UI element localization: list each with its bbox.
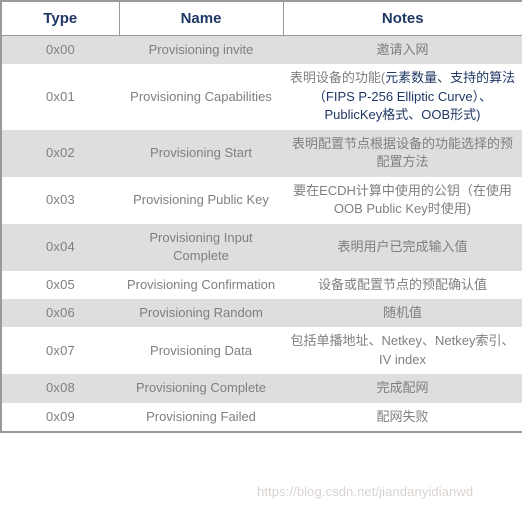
cell-notes: 设备或配置节点的预配确认值 (283, 270, 522, 299)
cell-type: 0x04 (1, 223, 119, 271)
cell-notes: 表明配置节点根据设备的功能选择的预配置方法 (283, 129, 522, 177)
cell-type: 0x02 (1, 129, 119, 177)
notes-text: 随机值 (382, 304, 422, 320)
provisioning-pdu-table-container: Type Name Notes 0x00 Provisioning invite… (0, 0, 522, 514)
cell-name: Provisioning Input Complete (119, 223, 283, 271)
cell-type: 0x00 (1, 35, 119, 65)
table-row: 0x03 Provisioning Public Key 要在ECDH计算中使用… (1, 176, 522, 224)
cell-type: 0x07 (1, 327, 119, 375)
notes-text: 配网失败 (376, 408, 429, 424)
column-header-name: Name (119, 1, 284, 36)
column-header-type: Type (1, 1, 120, 36)
cell-type: 0x08 (1, 374, 119, 403)
cell-name: Provisioning Public Key (119, 176, 283, 224)
cell-name: Provisioning Failed (119, 402, 283, 433)
notes-text: 包括单播地址、Netkey、Netkey索引、IV index (290, 333, 515, 367)
table-row: 0x02 Provisioning Start 表明配置节点根据设备的功能选择的… (1, 129, 522, 177)
table-row: 0x07 Provisioning Data 包括单播地址、Netkey、Net… (1, 327, 522, 375)
cell-notes: 表明用户已完成输入值 (283, 223, 522, 271)
table-header-row: Type Name Notes (1, 1, 522, 36)
cell-type: 0x03 (1, 176, 119, 224)
cell-name: Provisioning Start (119, 129, 283, 177)
watermark: https://blog.csdn.net/jiandanyidianwd (257, 484, 474, 499)
table-body: 0x00 Provisioning invite 邀请入网 0x01 Provi… (1, 35, 522, 433)
cell-notes: 表明设备的功能(元素数量、支持的算法（FIPS P-256 Elliptic C… (283, 64, 522, 130)
table-header: Type Name Notes (1, 1, 522, 36)
table-row: 0x04 Provisioning Input Complete 表明用户已完成… (1, 223, 522, 271)
cell-name: Provisioning invite (119, 35, 283, 65)
cell-type: 0x06 (1, 298, 119, 328)
notes-text: 完成配网 (376, 380, 429, 396)
table-row: 0x01 Provisioning Capabilities 表明设备的功能(元… (1, 64, 522, 130)
cell-name: Provisioning Random (119, 298, 283, 328)
cell-notes: 要在ECDH计算中使用的公钥（在使用OOB Public Key时使用) (283, 176, 522, 224)
cell-notes: 配网失败 (283, 402, 522, 433)
provisioning-pdu-table: Type Name Notes 0x00 Provisioning invite… (0, 0, 522, 434)
cell-type: 0x09 (1, 402, 119, 433)
table-row: 0x09 Provisioning Failed 配网失败 (1, 402, 522, 433)
cell-notes: 随机值 (283, 298, 522, 328)
cell-notes: 邀请入网 (283, 35, 522, 65)
table-row: 0x00 Provisioning invite 邀请入网 (1, 35, 522, 65)
notes-text: 要在ECDH计算中使用的公钥（在使用OOB Public Key时使用) (293, 182, 512, 217)
cell-name: Provisioning Capabilities (119, 64, 283, 130)
notes-text: 表明配置节点根据设备的功能选择的预配置方法 (291, 135, 513, 170)
table-row: 0x08 Provisioning Complete 完成配网 (1, 374, 522, 403)
cell-type: 0x05 (1, 270, 119, 299)
cell-name: Provisioning Complete (119, 374, 283, 403)
notes-text: 表明用户已完成输入值 (337, 238, 468, 254)
cell-notes: 包括单播地址、Netkey、Netkey索引、IV index (283, 327, 522, 375)
cell-name: Provisioning Data (119, 327, 283, 375)
table-row: 0x06 Provisioning Random 随机值 (1, 298, 522, 328)
notes-text: 表明设备的功能( (289, 70, 386, 86)
cell-type: 0x01 (1, 64, 119, 130)
cell-name: Provisioning Confirmation (119, 270, 283, 299)
notes-text: 设备或配置节点的预配确认值 (317, 276, 487, 292)
cell-notes: 完成配网 (283, 374, 522, 403)
notes-text: 邀请入网 (376, 42, 429, 57)
column-header-notes: Notes (283, 1, 522, 36)
table-row: 0x05 Provisioning Confirmation 设备或配置节点的预… (1, 270, 522, 299)
